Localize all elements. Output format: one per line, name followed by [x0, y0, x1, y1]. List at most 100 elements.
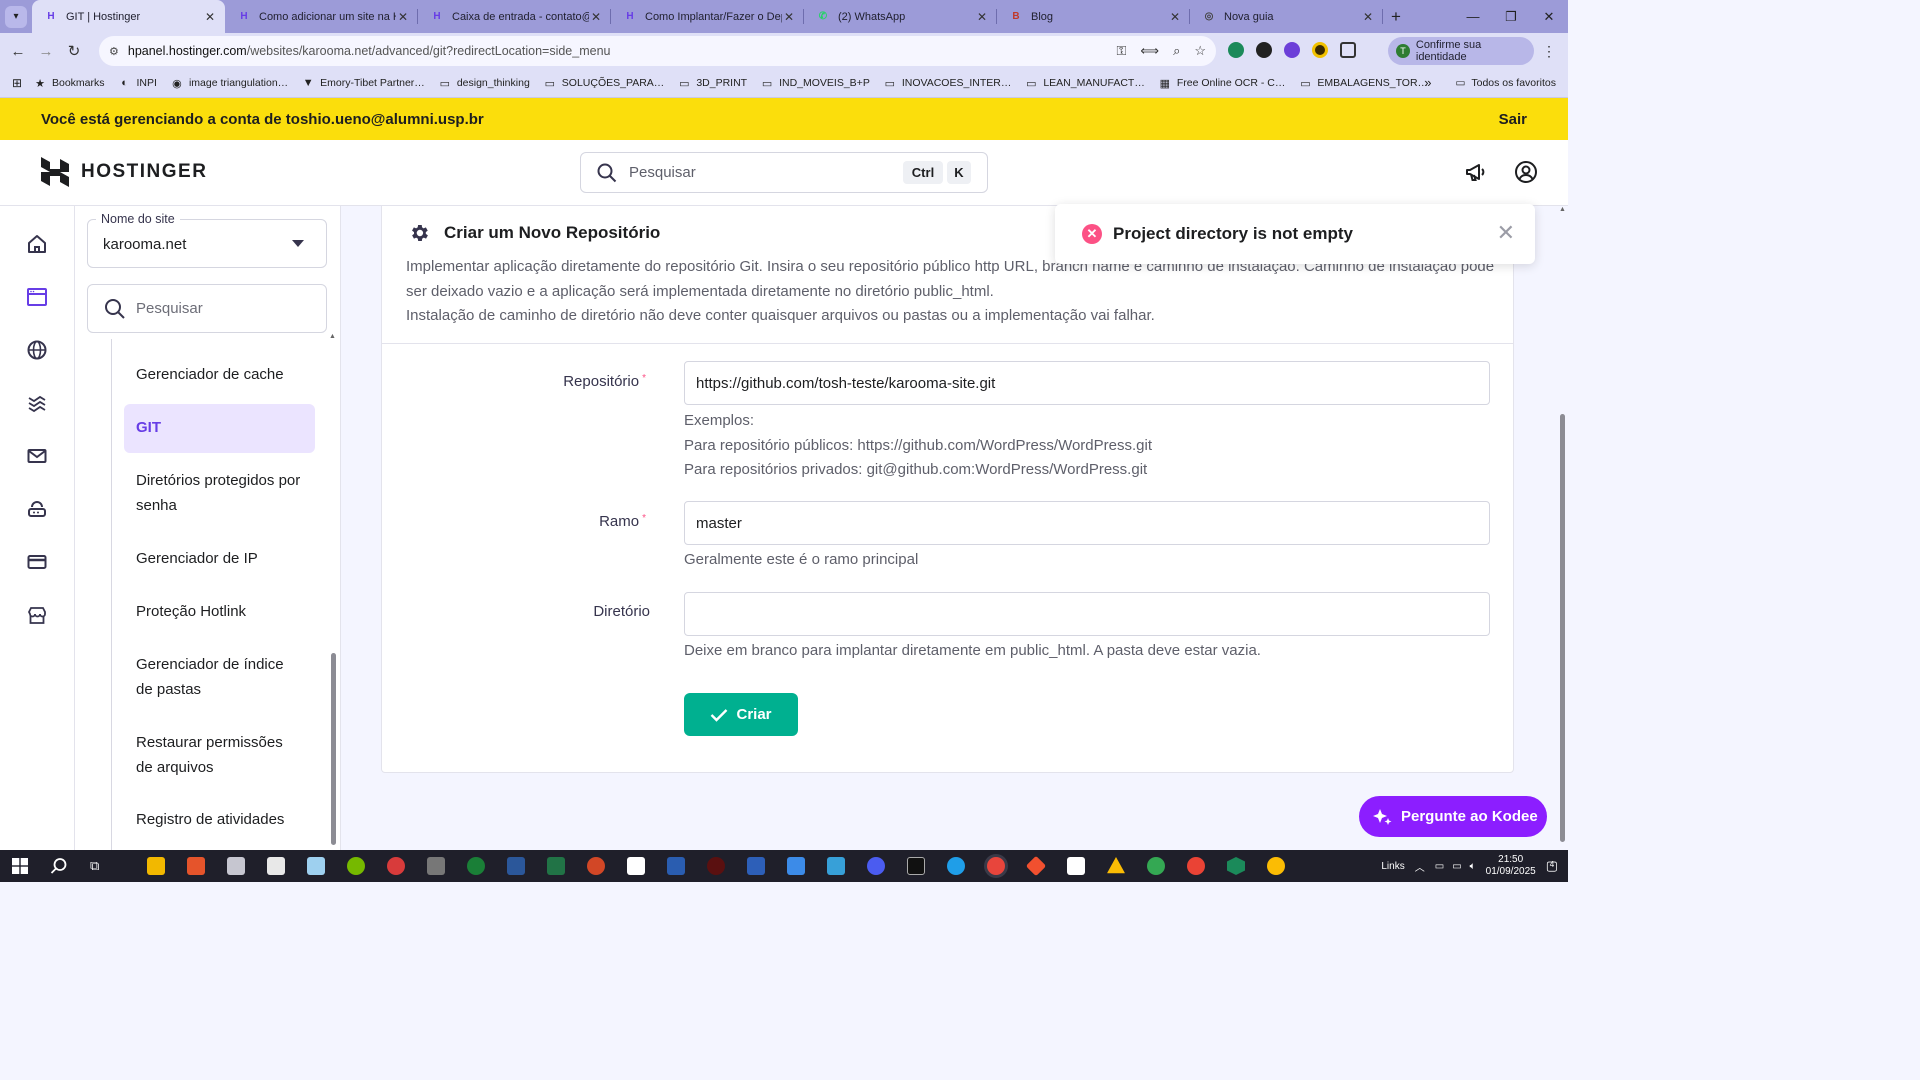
bookmark-item[interactable]: ▭ EMBALAGENS_TOR…	[1299, 77, 1428, 90]
directory-input[interactable]	[684, 592, 1490, 636]
taskbar-app-icon[interactable]	[227, 857, 245, 875]
browser-tab[interactable]: ◎ Nova guia ✕	[1190, 0, 1383, 33]
sidebar-item-hotlink-protection[interactable]: Proteção Hotlink	[124, 600, 315, 625]
extension-icon[interactable]	[1228, 42, 1244, 58]
sidebar-item-cache-manager[interactable]: Gerenciador de cache	[124, 363, 315, 388]
bookmark-star-icon[interactable]: ☆	[1194, 43, 1206, 59]
sidebar-item-activity-log[interactable]: Registro de atividades	[124, 808, 315, 833]
horizons-icon[interactable]	[26, 392, 48, 414]
close-tab-icon[interactable]: ✕	[782, 10, 796, 24]
megaphone-icon[interactable]	[1464, 160, 1488, 184]
file-explorer-icon[interactable]	[147, 857, 165, 875]
browser-tab[interactable]: H Como adicionar um site na Ho…✕	[225, 0, 418, 33]
bookmark-item[interactable]: ▭ IND_MOVEIS_B+P	[761, 77, 870, 90]
new-tab-button[interactable]: +	[1383, 7, 1409, 27]
browser-tab[interactable]: H Caixa de entrada - contato@to…✕	[418, 0, 611, 33]
task-view-icon[interactable]: ⧉	[90, 858, 99, 874]
windows-start-icon[interactable]	[12, 858, 28, 874]
links-toolbar[interactable]: Links	[1381, 861, 1404, 872]
sidebar-item-password-protected-dirs[interactable]: Diretórios protegidos por senha	[124, 469, 315, 518]
global-search-input[interactable]: Pesquisar Ctrl K	[580, 152, 988, 193]
terminal-icon[interactable]	[907, 857, 925, 875]
sidebar-scrollbar[interactable]: ▲	[328, 333, 340, 848]
close-tab-icon[interactable]: ✕	[203, 10, 217, 24]
taskbar-app-icon[interactable]	[867, 857, 885, 875]
home-icon[interactable]	[26, 233, 48, 255]
repository-input[interactable]: https://github.com/tosh-teste/karooma-si…	[684, 361, 1490, 405]
account-icon[interactable]	[1514, 160, 1538, 184]
bookmark-item[interactable]: ▭ INOVACOES_INTER…	[884, 77, 1012, 90]
taskbar-app-icon[interactable]	[707, 857, 725, 875]
volume-icon[interactable]: 🔈︎	[1470, 861, 1476, 872]
apps-grid-icon[interactable]: ⊞	[0, 76, 34, 90]
notifications-icon[interactable]: ▢ 4	[1546, 858, 1558, 874]
chrome-icon[interactable]	[1147, 857, 1165, 875]
exit-link[interactable]: Sair	[1499, 111, 1527, 128]
calculator-icon[interactable]	[267, 857, 285, 875]
excel-icon[interactable]	[547, 857, 565, 875]
bookmark-item[interactable]: ▭ 3D_PRINT	[678, 77, 747, 90]
close-tab-icon[interactable]: ✕	[1361, 10, 1375, 24]
browser-tab[interactable]: H Como Implantar/Fazer o Deplo…✕	[611, 0, 804, 33]
sidebar-item-folder-index-manager[interactable]: Gerenciador de índice de pastas	[124, 653, 315, 702]
sidebar-search-input[interactable]: Pesquisar	[87, 284, 327, 333]
close-tab-icon[interactable]: ✕	[396, 10, 410, 24]
content-scrollbar[interactable]: ▲	[1558, 206, 1568, 850]
sidebar-item-fix-file-permissions[interactable]: Restaurar permissões de arquivos	[124, 731, 315, 780]
taskbar-app-icon[interactable]	[307, 857, 325, 875]
bookmark-item[interactable]: ★ Bookmarks	[34, 77, 104, 90]
taskbar-app-icon[interactable]	[827, 857, 845, 875]
password-key-icon[interactable]: ⚿	[1117, 43, 1127, 59]
network-icon[interactable]: ▭	[1435, 861, 1444, 872]
powershell-icon[interactable]	[667, 857, 685, 875]
browser-menu-icon[interactable]: ⋮	[1542, 43, 1556, 60]
browser-tab[interactable]: H GIT | Hostinger ✕	[32, 0, 225, 33]
notepad-icon[interactable]	[627, 857, 645, 875]
extension-icon[interactable]	[1284, 42, 1300, 58]
minimize-button[interactable]: —	[1454, 0, 1492, 33]
site-info-icon[interactable]: ⚙	[109, 45, 119, 58]
bookmark-item[interactable]: ▼ Emory-Tibet Partner…	[302, 77, 425, 89]
websites-icon[interactable]	[26, 286, 48, 308]
sidebar-item-git[interactable]: GIT	[124, 404, 315, 453]
site-selector[interactable]: Nome do site karooma.net	[87, 212, 327, 268]
taskbar-app-icon[interactable]	[347, 857, 365, 875]
taskbar-app-icon[interactable]	[1067, 857, 1085, 875]
puzzle-icon[interactable]	[1340, 42, 1356, 58]
more-bookmarks-icon[interactable]: »	[1424, 75, 1431, 90]
powerpoint-icon[interactable]	[587, 857, 605, 875]
close-tab-icon[interactable]: ✕	[975, 10, 989, 24]
taskbar-app-icon[interactable]	[747, 857, 765, 875]
marketplace-icon[interactable]	[26, 604, 48, 626]
taskbar-app-icon[interactable]	[387, 857, 405, 875]
taskbar-app-icon[interactable]	[427, 857, 445, 875]
taskbar-search-icon[interactable]	[50, 857, 68, 875]
taskbar-app-icon[interactable]	[467, 857, 485, 875]
scroll-up-arrow[interactable]: ▲	[329, 333, 336, 340]
all-bookmarks-link[interactable]: Todos os favoritos	[1471, 77, 1556, 89]
clock[interactable]: 21:50 01/09/2025	[1486, 854, 1536, 878]
bookmark-item[interactable]: ▭ design_thinking	[439, 77, 530, 90]
chrome-icon[interactable]	[1187, 857, 1205, 875]
git-icon[interactable]	[1025, 855, 1047, 877]
bookmark-item[interactable]: ▭ SOLUÇÕES_PARA…	[544, 77, 665, 90]
chevron-up-icon[interactable]: ︿	[1415, 859, 1425, 874]
tab-search-button[interactable]: ▾	[5, 5, 27, 28]
bookmark-item[interactable]: ▭ LEAN_MANUFACT…	[1025, 77, 1145, 90]
extension-icon[interactable]	[1312, 42, 1328, 58]
branch-input[interactable]: master	[684, 501, 1490, 545]
bookmark-item[interactable]: ◐ INPI	[119, 77, 157, 89]
sidebar-item-ip-manager[interactable]: Gerenciador de IP	[124, 547, 315, 572]
scroll-up-arrow[interactable]: ▲	[1559, 206, 1566, 213]
close-icon[interactable]: ✕	[1497, 220, 1515, 246]
translate-icon[interactable]: ⟺	[1140, 43, 1159, 59]
scrollbar-thumb[interactable]	[331, 653, 336, 845]
word-icon[interactable]	[507, 857, 525, 875]
reload-button[interactable]: ↻	[60, 42, 88, 60]
chrome-icon[interactable]	[1267, 857, 1285, 875]
browser-tab[interactable]: B Blog ✕	[997, 0, 1190, 33]
ask-kodee-button[interactable]: Pergunte ao Kodee	[1359, 796, 1547, 837]
taskbar-app-icon[interactable]	[947, 857, 965, 875]
zoom-icon[interactable]: ⌕	[1173, 43, 1180, 59]
bookmark-item[interactable]: ▦ Free Online OCR - C…	[1159, 77, 1286, 90]
